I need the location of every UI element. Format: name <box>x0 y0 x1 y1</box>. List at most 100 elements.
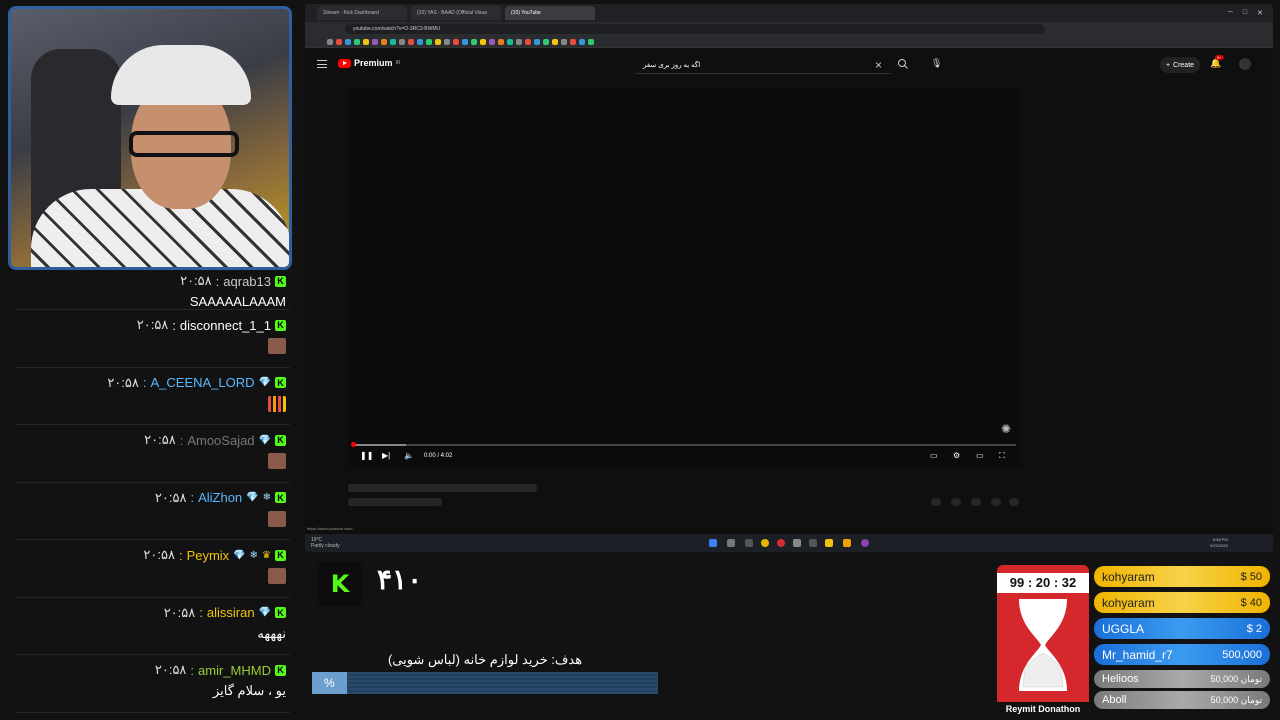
clear-search-icon[interactable]: × <box>875 58 882 72</box>
kick-badge-icon: K <box>275 492 286 503</box>
kick-badge-icon: K <box>275 275 286 287</box>
bookmark-icon[interactable] <box>444 38 450 45</box>
close-icon[interactable]: ✕ <box>1257 9 1263 17</box>
app-icon[interactable] <box>825 539 833 547</box>
bookmark-icon[interactable] <box>363 38 369 45</box>
bookmark-icon[interactable] <box>426 38 432 45</box>
bookmark-icon[interactable] <box>462 38 468 45</box>
chat-message-header: ۲۰:۵۸: amir_MHMD K <box>20 661 286 679</box>
bookmark-icon[interactable] <box>579 38 585 45</box>
notifications-bell-icon[interactable]: 🔔 9+ <box>1210 55 1224 69</box>
search-taskbar-icon[interactable] <box>727 539 735 547</box>
chat-message-text: نهههه <box>257 625 286 641</box>
chat-separator: : <box>215 273 220 289</box>
bookmark-icon[interactable] <box>534 38 540 45</box>
white-cap <box>111 45 251 105</box>
diamond-badge-icon: 💎 <box>258 607 271 618</box>
app-icon[interactable] <box>793 539 801 547</box>
chat-message-header: ۲۰:۵۸: AmooSajad 💎 K <box>20 431 286 449</box>
browser-tab[interactable]: Stream - Kick Dashboard <box>317 6 407 20</box>
bookmark-icon[interactable] <box>516 38 522 45</box>
donathon-label: Reymit Donathon <box>997 702 1089 716</box>
chrome-icon[interactable] <box>761 539 769 547</box>
snowflake-badge-icon: ❄ <box>249 549 259 561</box>
chat-username[interactable]: amir_MHMD <box>198 663 271 678</box>
bookmark-icon[interactable] <box>525 38 531 45</box>
bookmark-icon[interactable] <box>399 38 405 45</box>
bookmark-icon[interactable] <box>561 38 567 45</box>
chat-username[interactable]: AliZhon <box>198 490 242 505</box>
chat-username[interactable]: A_CEENA_LORD <box>151 375 255 390</box>
folder-icon[interactable] <box>843 539 851 547</box>
donor-name: UGGLA <box>1102 621 1145 636</box>
chat-username[interactable]: alissiran <box>207 605 255 620</box>
scrubber-handle[interactable] <box>351 442 356 447</box>
search-input[interactable]: اگه یه روز بری سفر <box>635 56 891 74</box>
browser-tab[interactable]: (10) YAS - BAAD (Official Visua <box>411 6 501 20</box>
webcam-feed <box>8 6 292 270</box>
captions-icon[interactable]: ▭ <box>930 451 938 460</box>
pause-icon[interactable]: ❚❚ <box>360 451 373 460</box>
maximize-icon[interactable]: □ <box>1243 9 1247 17</box>
clock[interactable]: 8:58 PM 9/23/2025 <box>1210 537 1228 549</box>
bookmark-icon[interactable] <box>408 38 414 45</box>
bookmark-icon[interactable] <box>381 38 387 45</box>
fullscreen-icon[interactable]: ⛶ <box>999 451 1005 461</box>
browser-tab[interactable]: (10) YouTube <box>505 6 595 20</box>
bookmark-icon[interactable] <box>543 38 549 45</box>
theater-mode-icon[interactable]: ▭ <box>976 451 984 460</box>
glasses <box>129 131 239 157</box>
settings-gear-icon[interactable]: ⚙ <box>953 451 960 460</box>
bookmark-icon[interactable] <box>570 38 576 45</box>
taskview-icon[interactable] <box>745 539 753 547</box>
video-player[interactable]: ✺ ❚❚ ▶| 🔈 0:00 / 4:02 ▭ ⚙ ▭ ⛶ <box>348 89 1021 467</box>
chat-username[interactable]: Peymix <box>187 548 230 563</box>
media-icon[interactable] <box>777 539 785 547</box>
donor-amount: 50,000 تومان <box>1210 673 1262 684</box>
next-icon[interactable]: ▶| <box>382 451 390 460</box>
bookmark-icon[interactable] <box>354 38 360 45</box>
chat-username[interactable]: aqrab13 <box>223 274 271 289</box>
microphone-icon[interactable]: 🎙 <box>931 58 942 69</box>
chat-emote-icon <box>268 510 286 527</box>
app-icon[interactable] <box>809 539 817 547</box>
bookmark-icon[interactable] <box>372 38 378 45</box>
bookmark-icon[interactable] <box>336 38 342 45</box>
bookmark-icon[interactable] <box>345 38 351 45</box>
kick-badge-icon: K <box>275 434 286 446</box>
search-icon[interactable] <box>897 58 909 70</box>
bookmark-icon[interactable] <box>507 38 513 45</box>
title-skeleton <box>348 484 537 492</box>
bookmark-icon[interactable] <box>588 38 594 45</box>
bookmark-icon[interactable] <box>327 38 333 45</box>
bookmark-icon[interactable] <box>453 38 459 45</box>
chat-message: ۲۰:۵۸: disconnect_1_1 K <box>16 310 290 368</box>
bookmark-icon[interactable] <box>498 38 504 45</box>
create-button[interactable]: + Create <box>1160 57 1200 73</box>
bookmark-icon[interactable] <box>471 38 477 45</box>
youtube-logo[interactable]: Premium IR <box>338 58 401 68</box>
bookmark-icon[interactable] <box>480 38 486 45</box>
action-skeleton <box>1009 498 1019 506</box>
chat-message: ۲۰:۵۸: A_CEENA_LORD 💎 K <box>16 368 290 425</box>
chat-message: ۲۰:۵۸: aqrab13 K SAAAAALAAAM <box>16 266 290 310</box>
bookmark-icon[interactable] <box>552 38 558 45</box>
minimize-icon[interactable]: ─ <box>1228 9 1233 17</box>
chat-username[interactable]: disconnect_1_1 <box>180 318 271 333</box>
chat-separator: : <box>190 662 195 678</box>
url-field[interactable]: youtube.com/watch?v=O-3RC3-BWMU <box>345 24 1045 34</box>
video-progress-bar[interactable] <box>351 442 1016 447</box>
avatar[interactable] <box>1239 58 1251 70</box>
app-icon[interactable] <box>861 539 869 547</box>
hamburger-menu-icon[interactable] <box>317 60 327 68</box>
chat-emote-icon <box>268 395 286 412</box>
bookmark-icon[interactable] <box>417 38 423 45</box>
donor-name: Helioos <box>1102 673 1139 685</box>
chat-username[interactable]: AmooSajad <box>187 433 254 448</box>
weather-widget[interactable]: 19°C Partly cloudy <box>311 537 340 549</box>
bookmark-icon[interactable] <box>489 38 495 45</box>
start-icon[interactable] <box>709 539 717 547</box>
bookmark-icon[interactable] <box>390 38 396 45</box>
bookmark-icon[interactable] <box>435 38 441 45</box>
volume-icon[interactable]: 🔈 <box>404 451 414 460</box>
